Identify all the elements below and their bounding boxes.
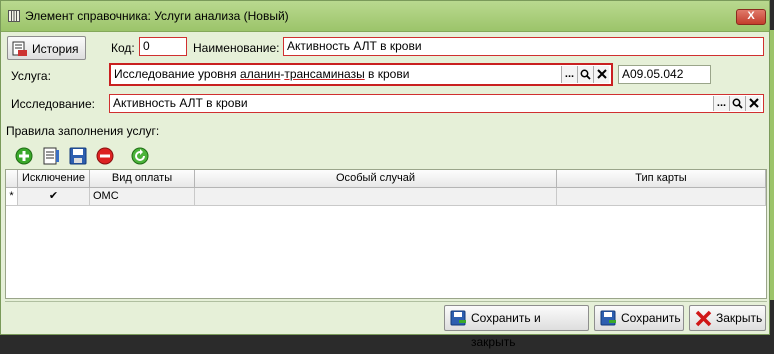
rules-grid: Исключение Вид оплаты Особый случай Тип … bbox=[5, 169, 767, 299]
clear-icon bbox=[596, 69, 607, 79]
service-search-button[interactable] bbox=[577, 66, 593, 83]
payment-type-cell[interactable]: ОМС bbox=[90, 188, 195, 206]
rules-label: Правила заполнения услуг: bbox=[6, 124, 160, 138]
save-and-close-button[interactable]: Сохранить и закрыть bbox=[444, 305, 589, 349]
delete-icon[interactable] bbox=[96, 147, 114, 165]
code-label: Код: bbox=[111, 41, 135, 55]
service-value-word: аланин bbox=[240, 67, 281, 81]
save-button[interactable]: Сохранить bbox=[594, 305, 684, 331]
exclusion-checkbox[interactable]: ✔ bbox=[18, 188, 90, 206]
history-icon bbox=[12, 41, 27, 56]
code-input[interactable]: 0 bbox=[139, 37, 187, 56]
special-case-cell[interactable] bbox=[195, 188, 557, 206]
service-value-suffix: в крови bbox=[364, 67, 410, 81]
name-label: Наименование: bbox=[193, 41, 280, 55]
save-and-close-label: Сохранить и закрыть bbox=[471, 311, 541, 349]
grid-corner bbox=[6, 170, 18, 188]
service-input[interactable]: Исследование уровня аланин-трансаминазы … bbox=[109, 63, 613, 86]
edit-list-icon[interactable] bbox=[42, 147, 60, 165]
search-icon bbox=[732, 98, 743, 109]
save-close-icon bbox=[450, 310, 466, 326]
side-scrollbar[interactable] bbox=[770, 30, 774, 300]
research-value-text: Активность АЛТ в крови bbox=[113, 96, 248, 110]
save-label: Сохранить bbox=[621, 311, 681, 325]
column-header-exclusion[interactable]: Исключение bbox=[18, 170, 90, 188]
save-icon bbox=[600, 310, 616, 326]
service-more-button[interactable]: ... bbox=[561, 66, 577, 83]
name-input[interactable]: Активность АЛТ в крови bbox=[283, 37, 764, 56]
clear-icon bbox=[748, 98, 759, 108]
service-code-field: A09.05.042 bbox=[618, 65, 711, 84]
column-header-card-type[interactable]: Тип карты bbox=[557, 170, 766, 188]
history-button-label: История bbox=[32, 42, 79, 56]
research-search-button[interactable] bbox=[729, 96, 745, 111]
search-icon bbox=[580, 69, 591, 80]
window-title: Элемент справочника: Услуги анализа (Нов… bbox=[25, 9, 289, 23]
column-header-payment-type[interactable]: Вид оплаты bbox=[90, 170, 195, 188]
refresh-icon[interactable] bbox=[131, 147, 149, 165]
add-icon[interactable] bbox=[15, 147, 33, 165]
card-type-cell[interactable] bbox=[557, 188, 766, 206]
service-value-word: трансаминазы bbox=[284, 67, 365, 81]
catalog-icon bbox=[8, 10, 20, 22]
title-bar[interactable]: Элемент справочника: Услуги анализа (Нов… bbox=[1, 1, 769, 32]
window-close-button[interactable]: X bbox=[736, 9, 766, 25]
save-icon[interactable] bbox=[69, 147, 87, 165]
research-clear-button[interactable] bbox=[745, 96, 761, 111]
service-value-text: Исследование уровня bbox=[114, 67, 241, 81]
research-label: Исследование: bbox=[11, 97, 95, 111]
service-clear-button[interactable] bbox=[593, 66, 609, 83]
footer-divider bbox=[5, 301, 767, 302]
close-icon bbox=[695, 310, 712, 327]
row-marker: * bbox=[6, 188, 18, 206]
close-button[interactable]: Закрыть bbox=[689, 305, 766, 331]
research-input[interactable]: Активность АЛТ в крови ... bbox=[109, 94, 764, 113]
close-label: Закрыть bbox=[716, 311, 763, 325]
service-label: Услуга: bbox=[11, 69, 51, 83]
research-more-button[interactable]: ... bbox=[713, 96, 729, 111]
column-header-special-case[interactable]: Особый случай bbox=[195, 170, 557, 188]
history-button[interactable]: История bbox=[7, 36, 86, 60]
dialog-window: Элемент справочника: Услуги анализа (Нов… bbox=[0, 0, 770, 349]
